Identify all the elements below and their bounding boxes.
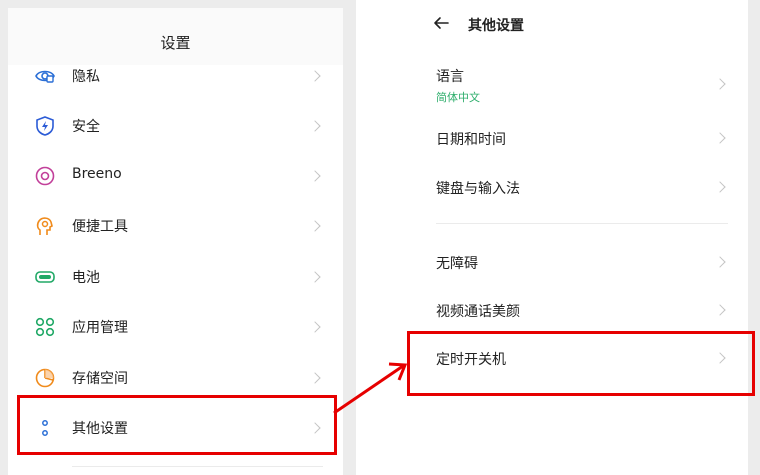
other-settings-header: 其他设置 [356, 0, 748, 48]
settings-item-security[interactable]: 安全 [8, 103, 343, 149]
settings-item-label: 日期和时间 [436, 132, 506, 148]
battery-icon [35, 271, 55, 283]
settings-title: 设置 [160, 34, 191, 52]
settings-item-convenience-tools[interactable]: 便捷工具 [8, 203, 343, 249]
settings-item-label: 便捷工具 [72, 219, 128, 235]
chevron-right-icon [714, 304, 726, 316]
chevron-right-icon [309, 70, 321, 82]
settings-item-date-time[interactable]: 日期和时间 [356, 116, 748, 160]
privacy-eye-icon [35, 70, 55, 83]
storage-pie-icon [35, 368, 55, 388]
settings-item-value: 简体中文 [436, 91, 480, 104]
app-management-icon [35, 317, 55, 337]
settings-item-label: 应用管理 [72, 320, 128, 336]
settings-item-app-management[interactable]: 应用管理 [8, 304, 343, 350]
convenience-tools-icon [36, 217, 53, 235]
settings-item-label: 视频通话美颜 [436, 304, 520, 320]
settings-item-label: 存储空间 [72, 371, 128, 387]
settings-item-accessibility[interactable]: 无障碍 [356, 240, 748, 284]
settings-item-battery[interactable]: 电池 [8, 254, 343, 300]
settings-item-language[interactable]: 语言 简体中文 [356, 58, 748, 110]
highlight-box-scheduled-power [407, 331, 755, 396]
settings-item-label: 语言 [436, 69, 464, 85]
settings-item-video-call-beauty[interactable]: 视频通话美颜 [356, 288, 748, 332]
chevron-right-icon [714, 78, 726, 90]
chevron-right-icon [309, 220, 321, 232]
chevron-right-icon [714, 181, 726, 193]
breeno-icon [35, 166, 55, 186]
security-shield-icon [36, 116, 54, 136]
chevron-right-icon [309, 120, 321, 132]
settings-item-label: 安全 [72, 119, 100, 135]
divider [72, 466, 323, 467]
settings-item-keyboard-input[interactable]: 键盘与输入法 [356, 164, 748, 208]
chevron-right-icon [714, 256, 726, 268]
chevron-right-icon [714, 132, 726, 144]
page-title: 其他设置 [468, 18, 524, 34]
highlight-box-other-settings [17, 395, 337, 455]
other-settings-panel: 其他设置 语言 简体中文 日期和时间 键盘与输入法 无障碍 视频通话美颜 定时开… [356, 0, 748, 475]
back-arrow-icon[interactable] [432, 14, 450, 32]
chevron-right-icon [309, 372, 321, 384]
divider [436, 223, 728, 224]
chevron-right-icon [309, 170, 321, 182]
settings-item-label: 隐私 [72, 69, 100, 85]
settings-item-label: 无障碍 [436, 256, 478, 272]
chevron-right-icon [309, 321, 321, 333]
settings-item-label: 电池 [72, 270, 100, 286]
settings-item-privacy[interactable]: 隐私 [8, 53, 343, 99]
settings-item-label: Breeno [72, 166, 122, 182]
chevron-right-icon [309, 271, 321, 283]
settings-item-label: 键盘与输入法 [436, 181, 520, 197]
settings-item-breeno[interactable]: Breeno [8, 153, 343, 199]
